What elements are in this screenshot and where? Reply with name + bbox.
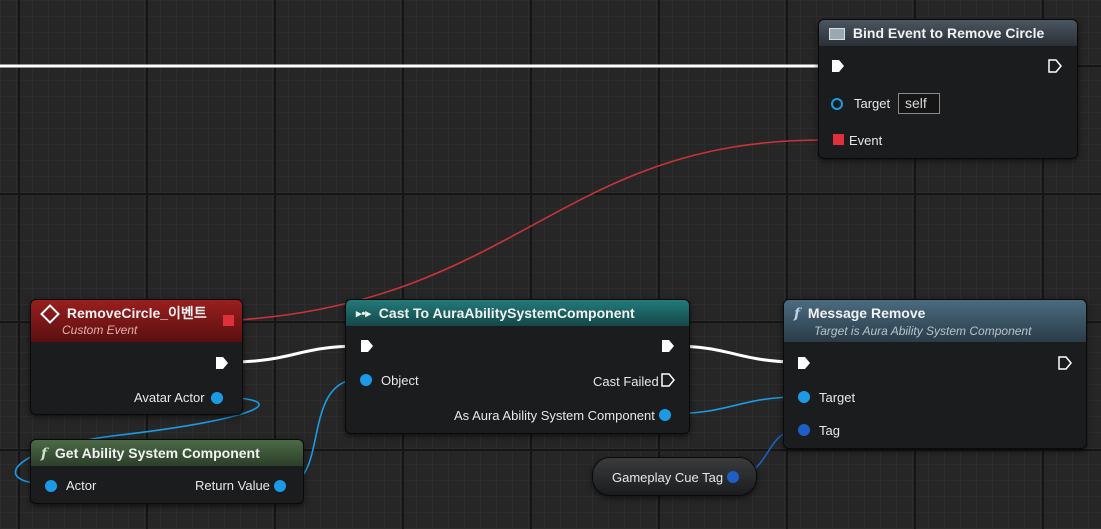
blueprint-graph-canvas[interactable]: Bind Event to Remove Circle Target self … [0, 0, 1101, 529]
gameplay-cue-tag-pin-icon[interactable] [727, 471, 739, 483]
event-delegate-pin-icon[interactable] [833, 134, 844, 145]
return-value-pin-icon[interactable] [274, 480, 286, 492]
actor-label: Actor [66, 478, 97, 493]
message-target-pin-icon[interactable] [798, 391, 810, 403]
return-value-label: Return Value [195, 478, 270, 493]
cast-node[interactable]: ▸•▸ Cast To AuraAbilitySystemComponent O… [345, 299, 690, 434]
exec-wire-cast-message[interactable] [671, 344, 798, 364]
tag-label: Tag [819, 423, 840, 438]
cast-exec-out-icon[interactable] [661, 339, 675, 353]
message-remove-subtitle: Target is Aura Ability System Component [814, 324, 1032, 339]
message-remove-node[interactable]: f Message Remove Target is Aura Ability … [783, 299, 1087, 449]
function-f-icon: f [794, 306, 801, 323]
message-exec-in-icon[interactable] [797, 356, 811, 370]
target-pin-icon[interactable] [831, 98, 843, 110]
cast-title: Cast To AuraAbilitySystemComponent [378, 305, 635, 321]
bind-target-label: Target [854, 96, 891, 111]
exec-out-pin-icon[interactable] [1048, 59, 1062, 73]
custom-event-subtitle: Custom Event [62, 323, 138, 337]
object-label: Object [381, 373, 419, 388]
delegate-wire[interactable] [237, 139, 824, 321]
function-node-icon [829, 28, 845, 41]
exec-wire-event-cast[interactable] [231, 344, 361, 364]
cast-failed-exec-icon[interactable] [661, 373, 675, 387]
get-asc-header: f Get Ability System Component [31, 440, 303, 466]
bind-event-label: Event [849, 133, 883, 148]
custom-event-title: RemoveCircle_이벤트 [66, 305, 207, 321]
get-asc-node[interactable]: f Get Ability System Component Actor Ret… [30, 439, 304, 504]
cast-arrows-icon: ▸•▸ [356, 308, 371, 321]
custom-event-delegate-pin-icon[interactable] [223, 315, 234, 326]
message-remove-title: Message Remove [807, 305, 926, 321]
message-target-label: Target [819, 390, 856, 405]
gameplay-cue-tag-node[interactable]: Gameplay Cue Tag [592, 457, 757, 496]
tag-pin-icon[interactable] [798, 424, 810, 436]
target-self-field[interactable]: self [898, 93, 940, 114]
custom-event-header: RemoveCircle_이벤트 Custom Event [31, 300, 242, 342]
bind-event-header: Bind Event to Remove Circle [819, 20, 1077, 46]
pure-function-f-icon: f [41, 446, 48, 463]
get-asc-title: Get Ability System Component [54, 445, 260, 461]
cast-header: ▸•▸ Cast To AuraAbilitySystemComponent [346, 300, 689, 326]
cast-exec-in-icon[interactable] [360, 339, 374, 353]
message-remove-header: f Message Remove Target is Aura Ability … [784, 300, 1086, 342]
object-pin-icon[interactable] [360, 374, 372, 386]
avatar-actor-pin-icon[interactable] [211, 392, 223, 404]
actor-pin-icon[interactable] [45, 480, 57, 492]
avatar-actor-label: Avatar Actor [134, 390, 205, 405]
exec-in-pin-icon[interactable] [831, 59, 845, 73]
bind-event-node[interactable]: Bind Event to Remove Circle Target self … [818, 19, 1078, 159]
cast-failed-label: Cast Failed [593, 374, 659, 389]
message-exec-out-icon[interactable] [1058, 356, 1072, 370]
gameplay-cue-tag-label: Gameplay Cue Tag [612, 470, 724, 485]
custom-event-exec-out-icon[interactable] [215, 356, 229, 370]
bind-event-title: Bind Event to Remove Circle [852, 25, 1045, 41]
as-aura-pin-icon[interactable] [659, 409, 671, 421]
as-aura-label: As Aura Ability System Component [454, 408, 655, 423]
event-diamond-icon [40, 304, 60, 325]
custom-event-node[interactable]: RemoveCircle_이벤트 Custom Event Avatar Act… [30, 299, 243, 415]
